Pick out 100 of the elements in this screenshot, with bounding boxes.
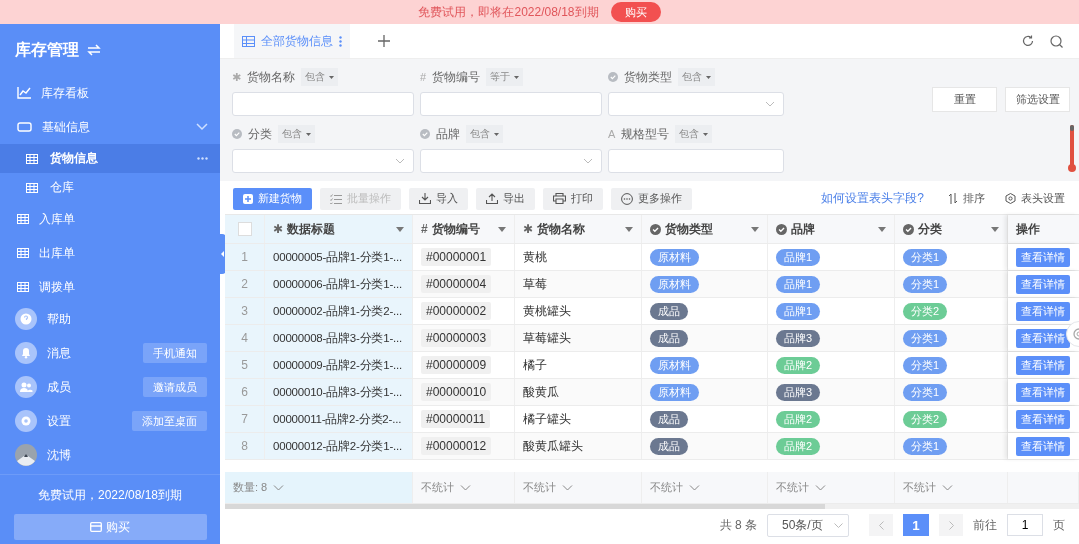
help-link[interactable]: 如何设置表头字段? [821, 190, 924, 207]
caret-icon[interactable] [625, 226, 633, 232]
filter-label: 货物编号 [432, 68, 481, 86]
menu-label[interactable]: 帮助 [47, 310, 207, 328]
column-header[interactable]: 货物编号 [431, 220, 494, 238]
input-field[interactable] [232, 92, 414, 116]
chevron-icon[interactable] [196, 123, 208, 131]
bell-icon[interactable] [15, 342, 37, 364]
operator-dropdown[interactable]: 包含 [278, 125, 315, 143]
buy-button[interactable]: 购买 [610, 2, 661, 22]
column-header[interactable]: 分类 [918, 220, 987, 238]
operator-dropdown[interactable]: 包含 [466, 125, 503, 143]
sidebar-action-button[interactable]: 手机通知 [143, 343, 207, 363]
tag: 原材料 [650, 248, 699, 266]
summary-dropdown[interactable]: 不统计 [903, 480, 953, 495]
settings-icon[interactable] [15, 410, 37, 432]
search-icon[interactable] [1050, 34, 1063, 48]
column-header[interactable]: 货物名称 [537, 220, 621, 238]
menu-label[interactable]: 成员 [47, 378, 133, 396]
tag: 成品 [650, 329, 688, 347]
page-size-select[interactable]: 50条/页 [767, 513, 849, 537]
select-field[interactable] [232, 149, 414, 173]
avatar[interactable] [15, 444, 37, 466]
column-header[interactable]: 数据标题 [287, 220, 392, 238]
more-icon[interactable] [197, 157, 208, 160]
summary-dropdown[interactable]: 不统计 [650, 480, 700, 495]
operator-dropdown[interactable]: 包含 [301, 68, 339, 86]
caret-icon [306, 132, 311, 136]
column-header[interactable]: 操作 [1016, 220, 1071, 238]
toolbar-button[interactable]: 新建货物 [233, 187, 312, 210]
nav-item[interactable]: 仓库 [0, 173, 220, 202]
chevron-icon [834, 522, 843, 528]
switch-icon[interactable] [87, 44, 101, 56]
buy-button[interactable]: 购买 [13, 514, 207, 540]
select-field[interactable] [420, 149, 602, 173]
nav-item[interactable]: 货物信息 [0, 144, 220, 173]
tag: 原材料 [650, 356, 699, 374]
view-details-button[interactable]: 查看详情 [1016, 328, 1070, 348]
page-number-input[interactable]: 1 [1007, 514, 1043, 536]
view-tab[interactable]: 全部货物信息 [234, 24, 350, 58]
chevron-icon [689, 484, 700, 491]
caret-icon[interactable] [396, 226, 404, 232]
chevron-icon [583, 158, 593, 164]
nav-item[interactable]: 库存看板 [0, 76, 220, 110]
view-details-button[interactable]: 查看详情 [1016, 301, 1070, 321]
menu-label[interactable]: 设置 [47, 412, 122, 430]
table-cell: 00000002-品牌1-分类2-... [265, 298, 413, 324]
nav-item[interactable]: 入库单 [0, 202, 220, 236]
page-button[interactable]: 1 [903, 514, 929, 536]
caret-icon[interactable] [878, 226, 886, 232]
toolbar-button[interactable]: 更多操作 [611, 187, 692, 210]
view-details-button[interactable]: 查看详情 [1016, 355, 1070, 375]
summary-dropdown[interactable]: 不统计 [776, 480, 826, 495]
operator-dropdown[interactable]: 包含 [675, 125, 713, 143]
scrollbar[interactable] [225, 504, 825, 509]
view-details-button[interactable]: 查看详情 [1016, 247, 1070, 267]
chevron-right-icon [948, 520, 954, 530]
refresh-icon[interactable] [1022, 35, 1034, 47]
toolbar-button[interactable]: 导出 [476, 187, 535, 210]
filter-button[interactable]: 重置 [932, 87, 997, 112]
toolbar-button[interactable]: 打印 [543, 187, 603, 210]
menu-label[interactable]: 消息 [47, 344, 133, 362]
operator-dropdown[interactable]: 包含 [678, 68, 715, 86]
input-field[interactable] [420, 92, 602, 116]
caret-icon[interactable] [498, 226, 506, 232]
operator-dropdown[interactable]: 等于 [486, 68, 524, 86]
header-settings-button[interactable]: 表头设置 [999, 190, 1071, 207]
column-header[interactable]: 货物类型 [665, 220, 747, 238]
tag: 品牌1 [776, 302, 821, 320]
select-field[interactable] [608, 92, 784, 116]
sidebar-action-button[interactable]: 邀请成员 [143, 377, 207, 397]
column-header[interactable]: 品牌 [791, 220, 874, 238]
summary-dropdown[interactable]: 不统计 [523, 480, 573, 495]
input-field[interactable] [608, 149, 784, 173]
select-all-checkbox[interactable] [237, 222, 252, 236]
table-cell: 酸黄瓜 [515, 379, 642, 405]
view-details-button[interactable]: 查看详情 [1016, 382, 1070, 402]
help-icon[interactable] [15, 308, 37, 330]
sort-button[interactable]: 排序 [942, 190, 991, 207]
menu-label[interactable]: 沈博 [47, 446, 207, 464]
summary-dropdown[interactable]: 数量: 8 [233, 480, 285, 495]
add-icon[interactable] [378, 35, 390, 47]
more-icon[interactable] [339, 35, 342, 47]
page-unit: 页 [1053, 516, 1065, 534]
sidebar-action-button[interactable]: 添加至桌面 [132, 411, 207, 431]
toolbar-button[interactable]: 导入 [409, 187, 468, 210]
summary-dropdown[interactable]: 不统计 [421, 480, 471, 495]
total-count: 共 8 条 [719, 516, 757, 534]
people-icon[interactable] [15, 376, 37, 398]
nav-item[interactable]: 基础信息 [0, 110, 220, 144]
caret-icon[interactable] [751, 226, 759, 232]
nav-item[interactable]: 调拨单 [0, 270, 220, 298]
filter-button[interactable]: 筛选设置 [1005, 87, 1070, 112]
caret-icon[interactable] [991, 226, 999, 232]
view-details-button[interactable]: 查看详情 [1016, 409, 1070, 429]
chevron-icon [273, 484, 285, 491]
view-details-button[interactable]: 查看详情 [1016, 274, 1070, 294]
nav-item[interactable]: 出库单 [0, 236, 220, 270]
view-details-button[interactable]: 查看详情 [1016, 436, 1070, 456]
chevron-icon [460, 484, 471, 491]
